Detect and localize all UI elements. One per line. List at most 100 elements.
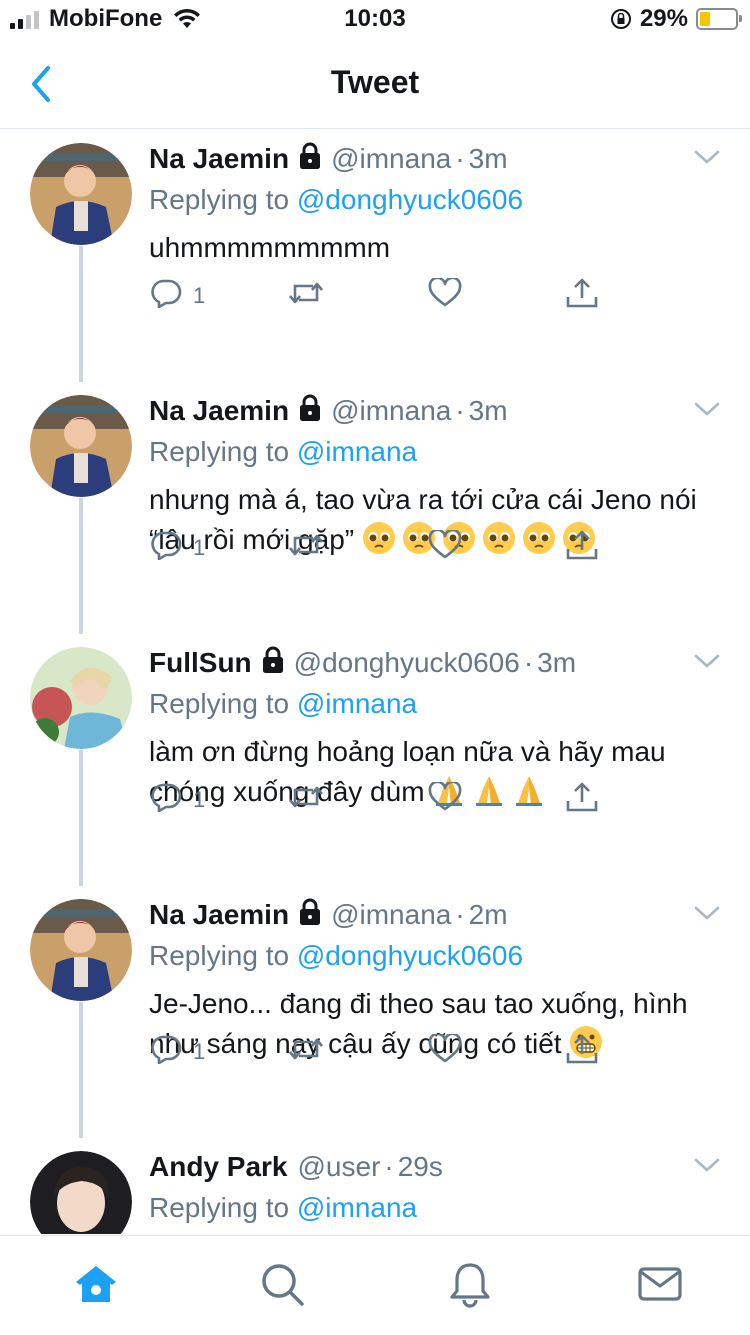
replying-to-label: Replying to <box>149 940 290 971</box>
replying-to-handle[interactable]: @imnana <box>297 436 417 467</box>
like-button[interactable] <box>428 528 462 566</box>
share-button[interactable] <box>565 781 599 819</box>
tweet-actions: 1 <box>149 1032 619 1072</box>
reply-button[interactable]: 1 <box>149 782 205 818</box>
tweet-header: FullSun @donghyuck0606 · 3m <box>149 643 729 683</box>
share-button[interactable] <box>565 529 599 567</box>
chevron-down-icon[interactable] <box>694 1157 720 1173</box>
tweet-header: Na Jaemin @imnana · 3m <box>149 391 729 431</box>
search-icon[interactable] <box>258 1260 306 1308</box>
reply-count: 1 <box>193 1039 206 1064</box>
chevron-down-icon[interactable] <box>694 149 720 165</box>
page-title: Tweet <box>330 64 420 100</box>
replying-to-label: Replying to <box>149 688 290 719</box>
like-icon <box>428 528 462 566</box>
tweet[interactable]: Andy Park@user·29sReplying to @imnanaem … <box>0 1137 750 1234</box>
avatar[interactable] <box>30 647 132 749</box>
tweet[interactable]: Na Jaemin @imnana · 2m Replying to @donghyuc… <box>0 885 750 1137</box>
share-button[interactable] <box>565 1033 599 1071</box>
retweet-button[interactable] <box>287 531 325 565</box>
like-button[interactable] <box>428 276 462 314</box>
reply-icon <box>149 782 183 818</box>
tweet-content: Andy Park@user·29sReplying to @imnanaem … <box>149 1147 729 1234</box>
replying-to: Replying to @imnana <box>149 684 729 724</box>
separator-dot: · <box>455 899 465 930</box>
tweet-body: uhmmmmmmmmm <box>149 232 391 263</box>
replying-to-handle[interactable]: @imnana <box>297 1192 417 1223</box>
reply-count: 1 <box>193 535 206 560</box>
replying-to-handle[interactable]: @donghyuck0606 <box>297 184 523 215</box>
retweet-icon <box>287 279 325 313</box>
display-name[interactable]: Na Jaemin <box>149 143 289 175</box>
like-button[interactable] <box>428 1032 462 1070</box>
reply-button[interactable]: 1 <box>149 1034 205 1070</box>
avatar[interactable] <box>30 395 132 497</box>
tweet-header: Andy Park @user · 29s <box>149 1147 729 1187</box>
tab-bar <box>0 1235 750 1335</box>
like-icon <box>428 1032 462 1070</box>
reply-icon <box>149 278 183 314</box>
avatar[interactable] <box>30 1151 132 1234</box>
tweet-actions: 1 <box>149 276 619 316</box>
home-icon[interactable] <box>72 1260 120 1308</box>
replying-to-label: Replying to <box>149 184 290 215</box>
tweet[interactable]: Na Jaemin @imnana · 3m Replying to @donghyuc… <box>0 129 750 381</box>
reply-button[interactable]: 1 <box>149 530 205 566</box>
display-name[interactable]: FullSun <box>149 647 252 679</box>
replying-to-label: Replying to <box>149 436 290 467</box>
lock-icon <box>260 646 286 681</box>
tweet-time: 3m <box>468 143 508 174</box>
share-icon <box>565 1033 599 1071</box>
display-name[interactable]: Na Jaemin <box>149 395 289 427</box>
reply-count: 1 <box>193 283 206 308</box>
like-button[interactable] <box>428 780 462 818</box>
navigation-bar: Tweet <box>0 40 750 129</box>
share-icon <box>565 529 599 567</box>
chevron-down-icon[interactable] <box>694 401 720 417</box>
replying-to: Replying to @imnana <box>149 1188 729 1228</box>
tweet-content: Na Jaemin @imnana · 3m Replying to @donghyuc… <box>149 139 729 268</box>
notifications-icon[interactable] <box>446 1260 494 1308</box>
retweet-button[interactable] <box>287 279 325 313</box>
tweet-actions: 1 <box>149 780 619 820</box>
user-handle: @user <box>297 1151 381 1182</box>
replying-to-handle[interactable]: @donghyuck0606 <box>297 940 523 971</box>
chevron-down-icon[interactable] <box>694 653 720 669</box>
display-name[interactable]: Na Jaemin <box>149 899 289 931</box>
tweet[interactable]: Na Jaemin @imnana · 3m Replying to @imnana nh… <box>0 381 750 633</box>
separator-dot: · <box>523 647 534 678</box>
tweet-header: Na Jaemin @imnana · 3m <box>149 139 729 179</box>
reply-button[interactable]: 1 <box>149 278 205 314</box>
display-name[interactable]: Andy Park <box>149 1151 288 1183</box>
battery-icon <box>696 8 742 30</box>
reply-icon <box>149 1034 183 1070</box>
separator-dot: · <box>455 395 465 426</box>
replying-to-label: Replying to <box>149 1192 290 1223</box>
separator-dot: · <box>455 143 465 174</box>
like-icon <box>428 276 462 314</box>
like-icon <box>428 780 462 818</box>
user-handle: @imnana <box>331 143 452 174</box>
lock-icon <box>297 142 323 177</box>
share-icon <box>565 277 599 315</box>
reply-icon <box>149 530 183 566</box>
messages-icon[interactable] <box>636 1260 684 1308</box>
retweet-icon <box>287 1035 325 1069</box>
share-button[interactable] <box>565 277 599 315</box>
user-handle: @donghyuck0606 <box>293 647 520 678</box>
retweet-button[interactable] <box>287 783 325 817</box>
battery-percent: 29% <box>639 5 688 32</box>
replying-to: Replying to @imnana <box>149 432 729 472</box>
tweet-time: 3m <box>537 647 577 678</box>
separator-dot: · <box>384 1151 394 1182</box>
replying-to: Replying to @donghyuck0606 <box>149 936 729 976</box>
avatar[interactable] <box>30 899 132 1001</box>
user-handle: @imnana <box>331 395 452 426</box>
chevron-down-icon[interactable] <box>694 905 720 921</box>
share-icon <box>565 781 599 819</box>
tweet[interactable]: FullSun @donghyuck0606 · 3m Replying to @imn… <box>0 633 750 885</box>
retweet-button[interactable] <box>287 1035 325 1069</box>
retweet-icon <box>287 783 325 817</box>
replying-to-handle[interactable]: @imnana <box>297 688 417 719</box>
avatar[interactable] <box>30 143 132 245</box>
